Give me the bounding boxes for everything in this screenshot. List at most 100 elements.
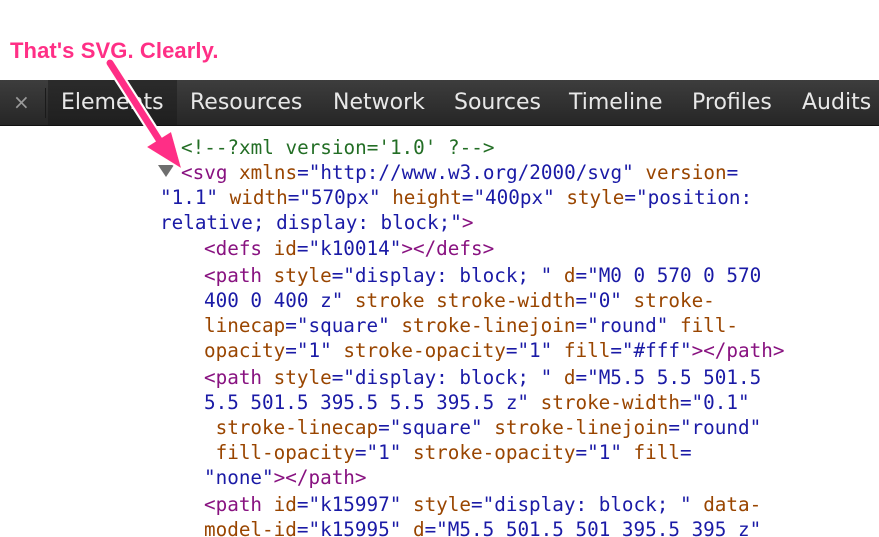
attr-name: opacity [204, 339, 286, 362]
attr-name: linecap [204, 314, 286, 337]
attr-value: ="0.1" [679, 391, 750, 414]
tag-text: > [461, 211, 474, 234]
attr-name: width [229, 186, 288, 209]
attr-name: xmlns [239, 161, 298, 184]
attr-name: id [273, 237, 297, 260]
tag-text: <defs [204, 237, 274, 260]
attr-name: d [563, 264, 576, 287]
attr-value: =" [297, 161, 321, 184]
attr-value: ="round" [668, 416, 762, 439]
attr-value: ="#fff" [610, 339, 692, 362]
attr-value: ="1" [575, 441, 634, 464]
attr-value: ="position: [624, 186, 753, 209]
attr-name: style [273, 264, 332, 287]
attr-name: height [392, 186, 462, 209]
dom-line-svg-attrs[interactable]: "1.1" width="570px" height="400px" style… [160, 185, 752, 210]
attr-value: "none" [204, 466, 274, 489]
attr-name: stroke-linecap [204, 416, 379, 439]
tag-text: ></path> [273, 466, 367, 489]
tab-audits[interactable]: Audits [802, 80, 871, 125]
tag-text: <path [204, 366, 274, 389]
attr-name: stroke stroke-width [354, 289, 576, 312]
dom-line-path-2-cont[interactable]: stroke-linecap="square" stroke-linejoin=… [204, 415, 762, 440]
dom-line-path-2-cont[interactable]: "none"></path> [204, 465, 367, 490]
attr-name: stroke-opacity [343, 339, 506, 362]
dom-line-xml-comment[interactable]: <!--?xml version='1.0' ?--> [181, 135, 494, 160]
attr-name: stroke-width [540, 391, 680, 414]
attr-value: ="1" [354, 441, 413, 464]
dom-line-path-2-cont[interactable]: 5.5 501.5 395.5 5.5 395.5 z" stroke-widt… [204, 390, 750, 415]
dom-line-path-1[interactable]: <path style="display: block; " d="M0 0 5… [204, 263, 761, 288]
attr-name: d [563, 366, 576, 389]
tab-sources[interactable]: Sources [454, 80, 541, 125]
attr-name: fill-opacity [204, 441, 355, 464]
attr-name: stroke-linejoin [494, 416, 669, 439]
attr-value: ="display: block; " [331, 264, 564, 287]
comment-text: <!--?xml version='1.0' ?--> [181, 136, 495, 159]
close-icon[interactable]: × [13, 89, 30, 115]
tag-text: ></defs> [401, 237, 495, 260]
tab-timeline[interactable]: Timeline [569, 80, 663, 125]
tag-text: <svg [181, 161, 240, 184]
attr-value: ="k15997" [296, 493, 413, 516]
dom-line-svg-style[interactable]: relative; display: block;"> [160, 210, 473, 235]
attr-name: style [273, 366, 332, 389]
expand-triangle-icon[interactable] [158, 165, 174, 177]
attr-value: ="square" [378, 416, 495, 439]
attr-value: ="M5.5 501.5 501 395.5 395 z" [424, 518, 762, 537]
attr-value: = [679, 441, 692, 464]
attr-value: ="M0 0 570 0 570 [575, 264, 762, 287]
attr-value: ="display: block; " [331, 366, 564, 389]
attr-name: stroke-opacity [412, 441, 576, 464]
dom-line-defs[interactable]: <defs id="k10014"></defs> [204, 236, 494, 261]
dom-line-path-2-cont[interactable]: fill-opacity="1" stroke-opacity="1" fill… [204, 440, 692, 465]
tab-resources[interactable]: Resources [190, 80, 302, 125]
attr-value: ="M5.5 5.5 501.5 [575, 366, 762, 389]
attr-value: " [622, 161, 646, 184]
dom-line-path-3-cont[interactable]: model-id="k15995" d="M5.5 501.5 501 395.… [204, 517, 761, 537]
attr-value: ="570px" [287, 186, 393, 209]
tab-network[interactable]: Network [333, 80, 425, 125]
dom-line-path-1-cont[interactable]: 400 0 400 z" stroke stroke-width="0" str… [204, 288, 715, 313]
attr-value-link[interactable]: http://www.w3.org/2000/svg [320, 161, 622, 184]
attr-name: fill [633, 441, 680, 464]
dom-line-path-1-cont[interactable]: linecap="square" stroke-linejoin="round"… [204, 313, 738, 338]
attr-value: ="display: block; " [471, 493, 704, 516]
tag-text: <path [204, 493, 274, 516]
tag-text: <path [204, 264, 274, 287]
dom-line-path-1-cont[interactable]: opacity="1" stroke-opacity="1" fill="#ff… [204, 338, 784, 363]
attr-name: style [412, 493, 472, 516]
dom-line-path-3[interactable]: <path id="k15997" style="display: block;… [204, 492, 761, 517]
attr-value: 400 0 400 z" [204, 289, 355, 312]
attr-value: ="1" [285, 339, 344, 362]
attr-value: relative; display: block;" [160, 211, 462, 234]
attr-value: ="round" [575, 314, 680, 337]
attr-name: data- [703, 493, 762, 516]
attr-value: "1.1" [160, 186, 230, 209]
attr-name: stroke-linejoin [401, 314, 576, 337]
attr-name: d [412, 518, 425, 537]
attr-value: ="k15995" [296, 518, 413, 537]
attr-name: version [645, 161, 727, 184]
attr-value: = [726, 161, 739, 184]
attr-name: style [566, 186, 625, 209]
devtools-toolbar: × Elements Resources Network Sources Tim… [0, 80, 879, 126]
attr-value: ="k10014" [296, 237, 402, 260]
attr-name: fill [563, 339, 611, 362]
dom-line-path-2[interactable]: <path style="display: block; " d="M5.5 5… [204, 365, 761, 390]
annotation-caption: That's SVG. Clearly. [10, 38, 219, 63]
attr-value: ="square" [285, 314, 402, 337]
toolbar-divider [45, 88, 46, 118]
tab-profiles[interactable]: Profiles [692, 80, 772, 125]
attr-name: id [273, 493, 297, 516]
attr-value: ="0" [575, 289, 634, 312]
attr-name: model-id [204, 518, 297, 537]
tab-elements[interactable]: Elements [48, 80, 177, 125]
attr-name: stroke- [633, 289, 715, 312]
dom-tree: <!--?xml version='1.0' ?--> <svg xmlns="… [0, 127, 879, 537]
attr-name: fill- [679, 314, 739, 337]
attr-value: 5.5 501.5 395.5 5.5 395.5 z" [204, 391, 541, 414]
dom-line-svg-open[interactable]: <svg xmlns="http://www.w3.org/2000/svg" … [181, 160, 738, 185]
tag-text: ></path> [691, 339, 785, 362]
attr-value: ="1" [505, 339, 564, 362]
